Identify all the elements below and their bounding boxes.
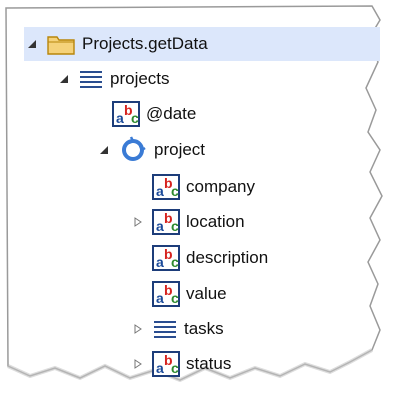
tree-row-label: description: [186, 248, 269, 267]
tree-row-label: @date: [146, 104, 197, 123]
tree-row-project[interactable]: project: [96, 133, 356, 167]
expanded-arrow-icon[interactable]: [56, 71, 72, 87]
list-icon: [152, 318, 178, 340]
tree-row-value[interactable]: abc value: [130, 277, 370, 311]
collapsed-arrow-icon[interactable]: [130, 356, 146, 372]
tree-view: Projects.getData projects abc @date proj…: [0, 0, 401, 395]
tree-row-location[interactable]: abc location: [130, 205, 370, 239]
string-field-icon: abc: [152, 174, 180, 200]
tree-row-label: projects: [110, 69, 170, 88]
tree-panel: Projects.getData projects abc @date proj…: [0, 0, 401, 395]
tree-row-label: value: [186, 284, 227, 303]
collapsed-arrow-icon[interactable]: [130, 321, 146, 337]
tree-row-label: status: [186, 354, 232, 373]
tree-row-tasks[interactable]: tasks: [130, 312, 370, 346]
string-field-icon: abc: [152, 245, 180, 271]
tree-row-label: project: [154, 140, 206, 159]
string-field-icon: abc: [112, 101, 140, 127]
string-field-icon: abc: [152, 351, 180, 377]
tree-row-company[interactable]: abc company: [130, 170, 370, 204]
folder-icon: [46, 32, 76, 56]
tree-row-status[interactable]: abc status: [130, 347, 370, 381]
tree-row-label: location: [186, 212, 245, 231]
string-field-icon: abc: [152, 209, 180, 235]
tree-row-label: company: [186, 177, 255, 196]
string-field-icon: abc: [152, 281, 180, 307]
cycle-icon: [118, 135, 148, 165]
tree-row-label: Projects.getData: [82, 34, 208, 53]
expanded-arrow-icon[interactable]: [96, 142, 112, 158]
tree-row-projects[interactable]: projects: [56, 62, 356, 96]
tree-row-description[interactable]: abc description: [130, 241, 370, 275]
tree-row-date[interactable]: abc @date: [90, 97, 350, 131]
tree-row-projects-getdata[interactable]: Projects.getData: [24, 27, 380, 61]
collapsed-arrow-icon[interactable]: [130, 214, 146, 230]
list-icon: [78, 68, 104, 90]
expanded-arrow-icon[interactable]: [24, 36, 40, 52]
tree-row-label: tasks: [184, 319, 224, 338]
